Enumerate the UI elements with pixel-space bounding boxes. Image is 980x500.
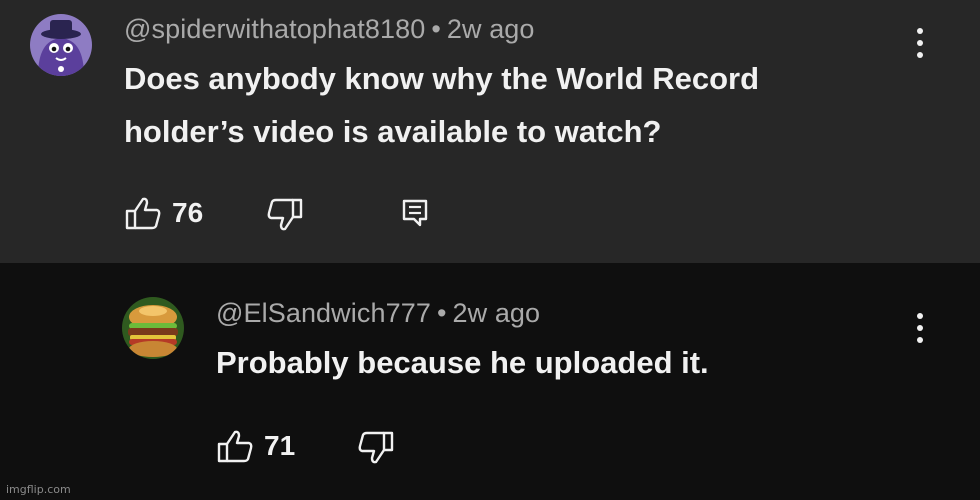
- purple-cartoon-avatar-icon: [30, 14, 92, 76]
- reply-button[interactable]: [402, 199, 428, 227]
- reply-text-line: Probably because he uploaded it.: [216, 345, 709, 380]
- like-button[interactable]: 71: [216, 428, 295, 464]
- thumbs-down-icon: [358, 431, 394, 464]
- avatar[interactable]: [30, 14, 92, 76]
- more-vert-icon: [917, 52, 923, 58]
- more-options-button[interactable]: [912, 311, 928, 347]
- dislike-button[interactable]: [266, 197, 304, 233]
- meta-separator: •: [431, 14, 441, 44]
- more-vert-icon: [917, 28, 923, 34]
- timestamp[interactable]: 2w ago: [453, 298, 541, 328]
- timestamp[interactable]: 2w ago: [447, 14, 535, 44]
- like-button[interactable]: 76: [124, 195, 203, 231]
- comment-thread: @spiderwithatophat8180 • 2w ago Does anybo…: [0, 0, 980, 263]
- thumbs-up-icon: [217, 430, 253, 463]
- comments-screenshot: @spiderwithatophat8180 • 2w ago Does anybo…: [0, 0, 980, 500]
- more-vert-icon: [917, 40, 923, 46]
- thumbs-up-icon: [125, 197, 161, 230]
- like-count: 71: [264, 430, 296, 461]
- more-vert-icon: [917, 337, 923, 343]
- avatar[interactable]: [122, 297, 184, 359]
- meta-separator: •: [436, 298, 447, 328]
- reply-comment-icon: [402, 199, 428, 227]
- author-name[interactable]: @spiderwithatophat8180: [124, 14, 425, 44]
- thumbs-down-icon: [267, 198, 303, 231]
- author-name[interactable]: @ElSandwich777: [216, 298, 431, 328]
- sandwich-avatar-icon: [122, 297, 184, 359]
- more-vert-icon: [917, 313, 923, 319]
- reply-meta: @ElSandwich777 • 2w ago: [216, 298, 540, 329]
- comment-meta: @spiderwithatophat8180 • 2w ago: [124, 14, 535, 45]
- more-vert-icon: [917, 325, 923, 331]
- like-count: 76: [172, 197, 204, 228]
- dislike-button[interactable]: [357, 430, 395, 466]
- reply-thread: @ElSandwich777 • 2w ago Probably because h…: [0, 263, 980, 500]
- comment-text-line: holder’s video is available to watch?: [124, 114, 662, 149]
- comment-text-line: Does anybody know why the World Record: [124, 61, 760, 96]
- watermark: imgflip.com: [6, 483, 71, 496]
- more-options-button[interactable]: [912, 26, 928, 62]
